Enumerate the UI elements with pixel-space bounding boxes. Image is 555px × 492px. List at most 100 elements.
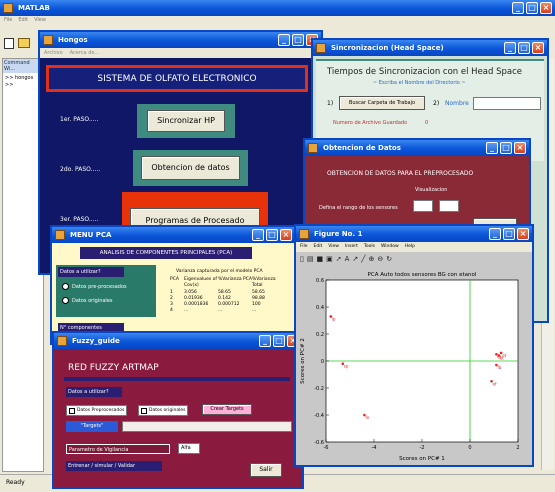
- data-point-label: et: [502, 353, 506, 358]
- maximize-button[interactable]: □: [518, 42, 530, 54]
- arrow-annotate-icon[interactable]: ↗: [352, 255, 358, 263]
- pca-window: MENU PCA _ □ × ANALISIS DE COMPONENTES P…: [50, 225, 297, 345]
- crear-targets-button-label: Crear Targets: [210, 406, 244, 412]
- sync-heading: Tiempos de Sincronizacion con el Head Sp…: [327, 67, 523, 77]
- pca-option-originales[interactable]: Datos originales: [62, 297, 113, 304]
- pca-titlebar[interactable]: MENU PCA _ □ ×: [52, 227, 295, 243]
- menu-tools[interactable]: Tools: [364, 242, 375, 252]
- hongos-titlebar[interactable]: Hongos _ □ ×: [40, 32, 321, 48]
- fuzzy-titlebar[interactable]: Fuzzy_guide _ □ ×: [54, 333, 302, 349]
- checkbox-icon[interactable]: [141, 407, 147, 414]
- menu-acerca[interactable]: Acerca de...: [70, 48, 100, 58]
- pca-col-header: %Varianza Total: [252, 277, 276, 288]
- fuzzy-option-originales[interactable]: Datos originales: [138, 405, 189, 416]
- name-input[interactable]: [473, 97, 541, 110]
- buscar-carpeta-button[interactable]: Buscar Carpeta de Trabajo: [339, 96, 425, 110]
- y-tick-label: 0: [321, 359, 324, 365]
- close-button[interactable]: ×: [280, 229, 292, 241]
- minimize-button[interactable]: _: [504, 42, 516, 54]
- maximize-button[interactable]: □: [273, 335, 285, 347]
- maximize-button[interactable]: □: [500, 142, 512, 154]
- save-icon[interactable]: ■: [316, 255, 323, 263]
- minimize-button[interactable]: _: [512, 2, 524, 14]
- targets-input[interactable]: [122, 421, 292, 432]
- figure-menubar: File Edit View Insert Tools Window Help: [296, 242, 532, 252]
- sincronizar-button[interactable]: Sincronizar HP: [147, 110, 225, 132]
- new-figure-icon[interactable]: ▯: [300, 255, 304, 263]
- zoom-out-icon[interactable]: ⊖: [377, 255, 383, 263]
- close-button[interactable]: ×: [532, 42, 544, 54]
- maximize-button[interactable]: □: [292, 34, 304, 46]
- pca-option2-label: Datos originales: [72, 297, 113, 304]
- minimize-button[interactable]: _: [252, 229, 264, 241]
- range-min-input[interactable]: [413, 200, 433, 212]
- y-axis-label: Scores on PC# 2: [300, 338, 306, 384]
- close-button[interactable]: ×: [517, 228, 529, 240]
- obtencion-titlebar[interactable]: Obtencion de Datos _ □ ×: [305, 140, 529, 156]
- minimize-button[interactable]: _: [486, 142, 498, 154]
- radio-icon[interactable]: [62, 297, 69, 304]
- radio-selected-icon[interactable]: [62, 283, 69, 290]
- menu-window[interactable]: Window: [381, 242, 399, 252]
- maximize-button[interactable]: □: [526, 2, 538, 14]
- obtencion-button[interactable]: Obtencion de datos: [141, 156, 240, 180]
- zoom-in-icon[interactable]: ⊕: [369, 255, 375, 263]
- vigilance-label: Parametro de Vigilancia: [69, 447, 129, 453]
- text-icon[interactable]: A: [345, 255, 350, 263]
- figure-toolbar: ▯ ▤ ■ ▣ ➚ A ↗ ╱ ⊕ ⊖ ↻: [300, 255, 392, 263]
- menu-edit[interactable]: Edit: [18, 17, 28, 23]
- rotate-icon[interactable]: ↻: [386, 255, 392, 263]
- buscar-carpeta-button-label: Buscar Carpeta de Trabajo: [348, 100, 416, 106]
- sync-subtitle: ~ Escriba el Nombre del Directorio ~: [373, 80, 466, 86]
- open-icon[interactable]: ▤: [307, 255, 314, 263]
- menu-archivo[interactable]: Archivo: [44, 48, 63, 58]
- matlab-toolbar: [4, 38, 30, 49]
- new-file-icon[interactable]: [4, 38, 14, 49]
- maximize-button[interactable]: □: [503, 228, 515, 240]
- figure-icon: [316, 43, 326, 53]
- sincronizacion-titlebar[interactable]: Sincronizacion (Head Space) _ □ ×: [313, 40, 547, 56]
- open-folder-icon[interactable]: [18, 38, 30, 48]
- menu-file[interactable]: File: [4, 17, 12, 23]
- name-label: Nombre: [445, 100, 469, 107]
- train-label: Entrenar / simular / Validar: [68, 463, 136, 469]
- y-tick-label: -0.2: [314, 386, 324, 392]
- matlab-titlebar[interactable]: MATLAB _ □ ×: [0, 0, 555, 16]
- vigilance-label-box: Parametro de Vigilancia: [66, 444, 170, 454]
- menu-edit[interactable]: Edit: [314, 242, 323, 252]
- menu-view[interactable]: View: [34, 17, 46, 23]
- maximize-button[interactable]: □: [266, 229, 278, 241]
- close-button[interactable]: ×: [514, 142, 526, 154]
- hongos-title: Hongos: [58, 36, 88, 44]
- figure-title: Figure No. 1: [314, 230, 363, 238]
- table-cell: ...: [218, 308, 223, 313]
- menu-help[interactable]: Help: [405, 242, 415, 252]
- pca-table: PCA Eigenvalues of Cov(x) %Varianza PCA …: [170, 277, 290, 314]
- obtencion-title: Obtencion de Datos: [323, 144, 401, 152]
- vigilance-input[interactable]: Alfa: [178, 443, 200, 454]
- menu-view[interactable]: View: [328, 242, 339, 252]
- salir-button-label: Salir: [259, 466, 273, 473]
- range-max-input[interactable]: [439, 200, 459, 212]
- minimize-button[interactable]: _: [489, 228, 501, 240]
- arrow-icon[interactable]: ➚: [336, 255, 342, 263]
- obtencion-heading: OBTENCION DE DATOS PARA EL PREPROCESADO: [327, 170, 474, 177]
- salir-button[interactable]: Salir: [250, 463, 282, 477]
- pca-heading-box: ANALISIS DE COMPONENTES PRINCIPALES (PCA…: [80, 247, 252, 259]
- menu-insert[interactable]: Insert: [345, 242, 358, 252]
- line-icon[interactable]: ╱: [361, 255, 365, 263]
- matlab-title: MATLAB: [18, 4, 50, 12]
- visualizacion-label: Visualizacion: [415, 187, 448, 193]
- pca-table-header: PCA Eigenvalues of Cov(x) %Varianza PCA …: [170, 277, 290, 289]
- print-icon[interactable]: ▣: [326, 255, 333, 263]
- menu-file[interactable]: File: [300, 242, 308, 252]
- crear-targets-button[interactable]: Crear Targets: [202, 404, 252, 415]
- checkbox-icon[interactable]: [69, 407, 75, 414]
- minimize-button[interactable]: _: [259, 335, 271, 347]
- fuzzy-option-preprocesados[interactable]: Datos Preprocesados: [66, 405, 128, 416]
- range-label: Defina el rango de los sensores: [319, 205, 398, 211]
- minimize-button[interactable]: _: [278, 34, 290, 46]
- pca-option-preprocesados[interactable]: Datos pre-procesados: [62, 283, 127, 290]
- figure-titlebar[interactable]: Figure No. 1 _ □ ×: [296, 226, 532, 242]
- close-button[interactable]: ×: [540, 2, 552, 14]
